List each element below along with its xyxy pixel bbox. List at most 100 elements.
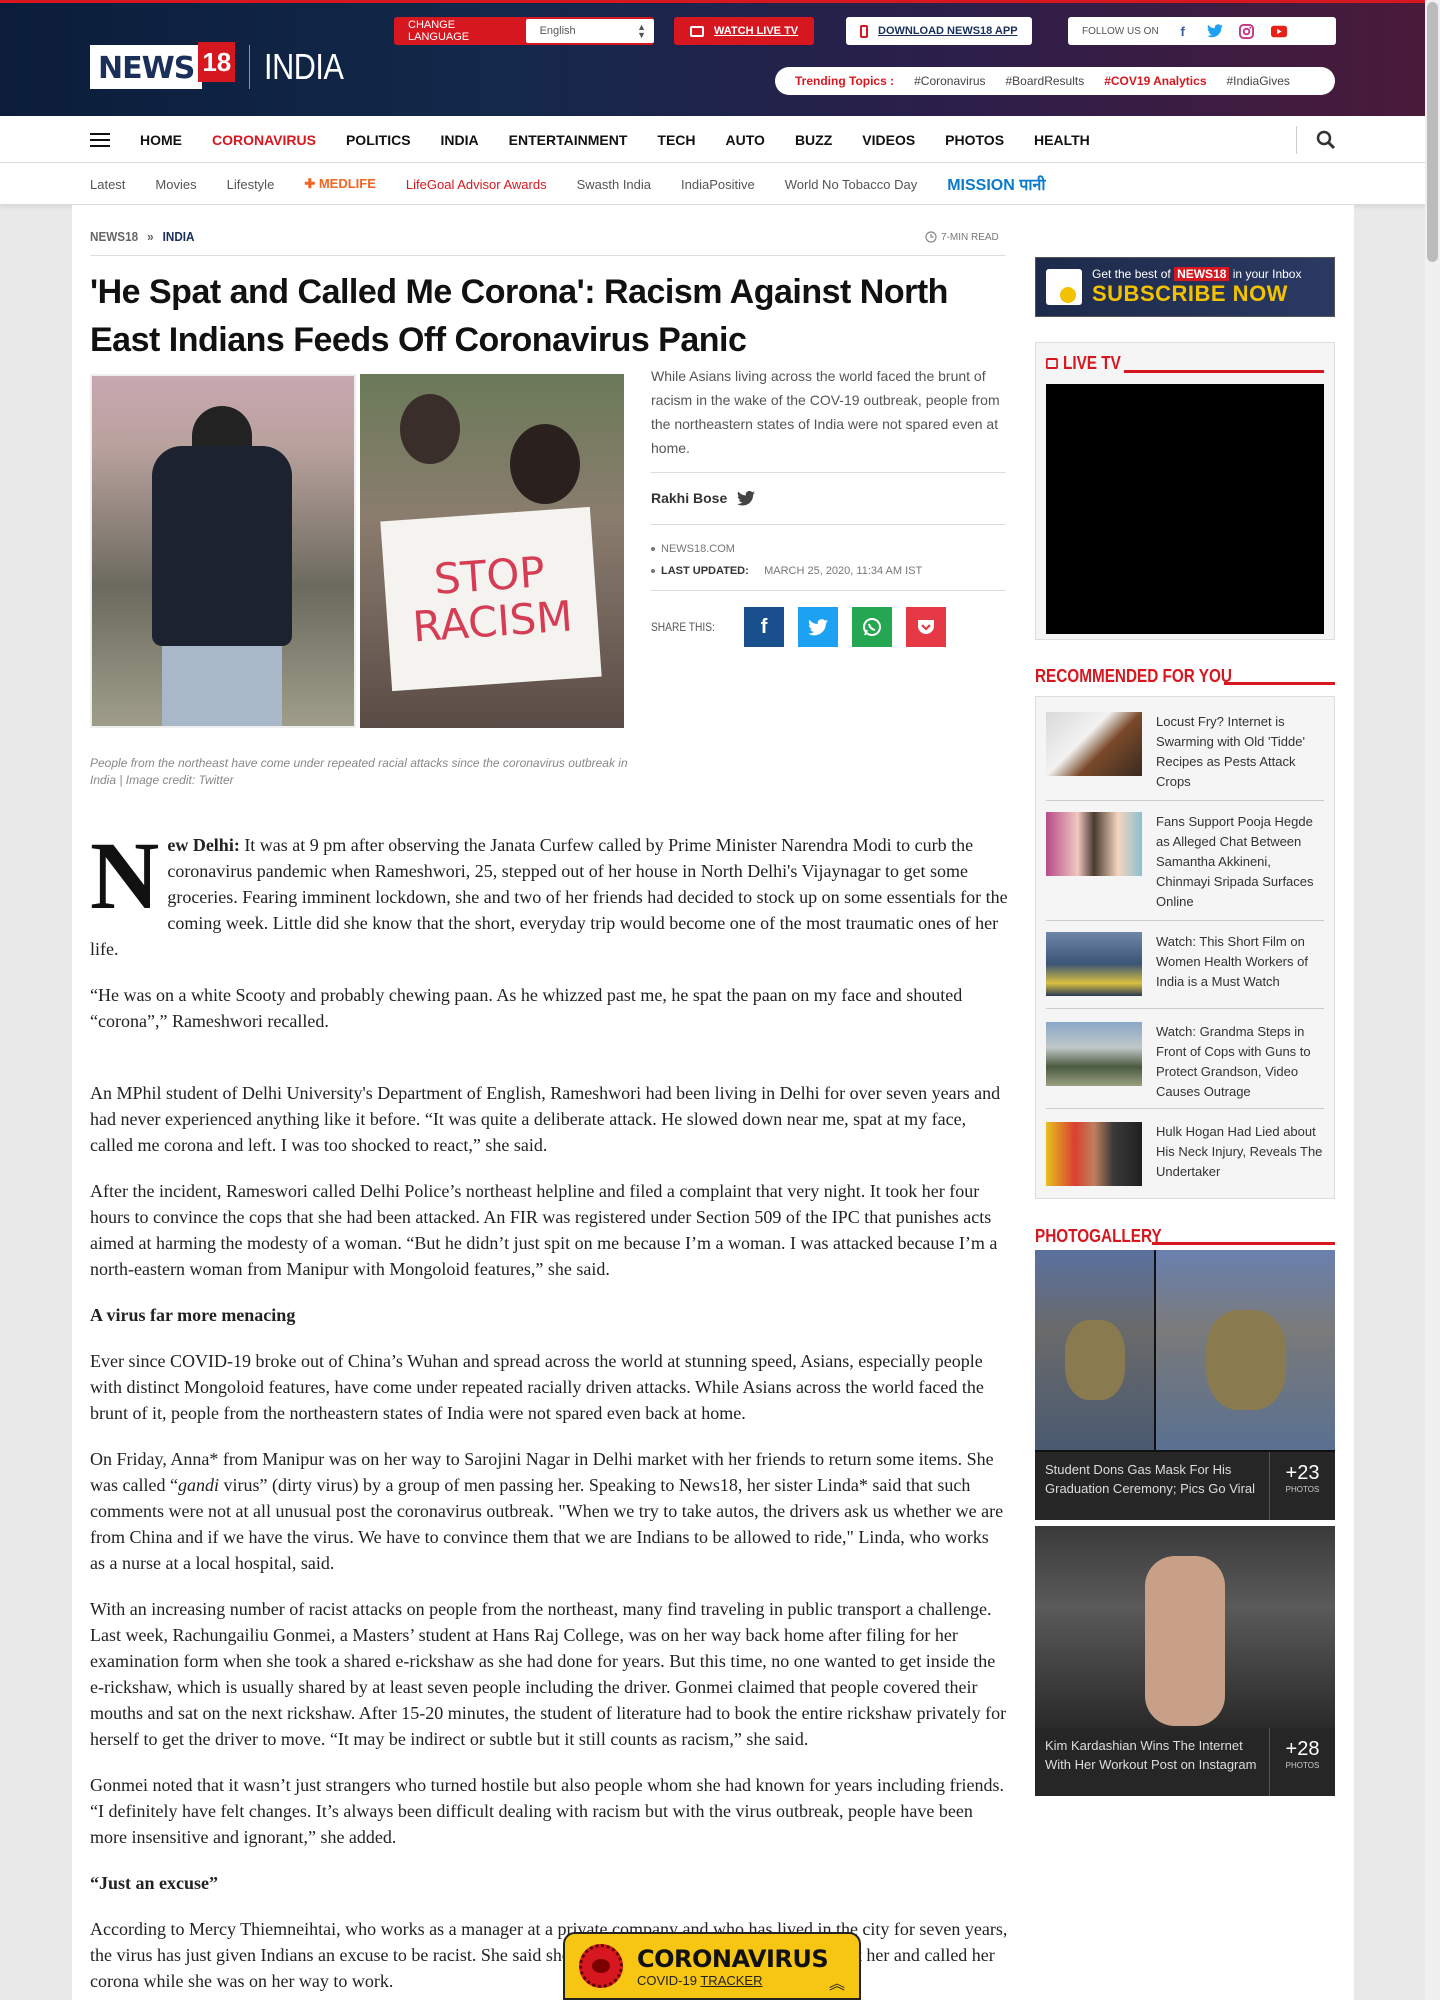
subnav-item-lifestyle[interactable]: Lifestyle <box>227 177 275 192</box>
article-paragraph: On Friday, Anna* from Manipur was on her… <box>90 1446 1008 1576</box>
lead-image-protest: STOP RACISM <box>360 374 624 728</box>
nav-item-entertainment[interactable]: ENTERTAINMENT <box>509 132 628 148</box>
site-logo[interactable]: NEWS 18 INDIA <box>90 42 358 91</box>
share-whatsapp-button[interactable] <box>852 607 893 647</box>
recommended-thumbnail <box>1046 712 1142 776</box>
live-tv-player[interactable] <box>1046 384 1324 634</box>
dropcap: N <box>90 822 160 929</box>
tracker-link[interactable]: TRACKER <box>700 1973 762 1988</box>
divider <box>1046 1008 1324 1009</box>
author-name[interactable]: Rakhi Bose <box>651 490 727 506</box>
article-paragraph: With an increasing number of racist atta… <box>90 1599 1007 1749</box>
divider <box>651 472 1006 473</box>
breadcrumb-home[interactable]: NEWS18 <box>90 229 138 244</box>
select-arrows-icon: ▲ ▼ <box>637 22 646 40</box>
trending-topic[interactable]: #Coronavirus <box>914 74 985 88</box>
last-updated-label: LAST UPDATED: <box>661 565 749 577</box>
tracker-title: CORONAVIRUS <box>637 1944 829 1973</box>
recommended-title: RECOMMENDED FOR YOU <box>1035 666 1232 686</box>
share-pocket-button[interactable] <box>906 607 947 647</box>
recommended-item[interactable]: Fans Support Pooja Hegde as Alleged Chat… <box>1046 812 1324 912</box>
nav-item-videos[interactable]: VIDEOS <box>862 132 915 148</box>
logo-18-badge: 18 <box>198 42 236 82</box>
subnav-item-indiapositive[interactable]: IndiaPositive <box>681 177 755 192</box>
change-language-label: CHANGE LANGUAGE <box>408 19 470 43</box>
youtube-icon[interactable] <box>1270 23 1287 39</box>
photogallery-title: PHOTOGALLERY <box>1035 1226 1162 1246</box>
article-paragraph: Gonmei noted that it wasn’t just strange… <box>90 1775 1005 1847</box>
article-paragraph: After the incident, Rameswori called Del… <box>90 1181 998 1279</box>
facebook-icon: f <box>760 615 768 638</box>
subscribe-banner[interactable]: Get the best of NEWS18 in your Inbox SUB… <box>1035 257 1335 317</box>
nav-item-health[interactable]: HEALTH <box>1034 132 1090 148</box>
nav-item-auto[interactable]: AUTO <box>726 132 765 148</box>
trending-topics: Trending Topics : #Coronavirus #BoardRes… <box>775 67 1335 95</box>
download-app-button[interactable]: DOWNLOAD NEWS18 APP <box>846 17 1032 45</box>
share-facebook-button[interactable]: f <box>744 607 785 647</box>
share-bar: SHARE THIS: f <box>651 607 947 647</box>
trending-topic[interactable]: #BoardResults <box>1006 74 1085 88</box>
source-name: NEWS18.COM <box>661 543 735 555</box>
top-header: NEWS 18 INDIA CHANGE LANGUAGE English ▲ ▼… <box>0 0 1425 116</box>
subnav-item-movies[interactable]: Movies <box>155 177 196 192</box>
recommended-headline: Fans Support Pooja Hegde as Alleged Chat… <box>1156 814 1314 909</box>
logo-section: INDIA <box>264 46 344 87</box>
medlife-logo[interactable]: ✚ MEDLIFE <box>304 176 376 192</box>
recommended-item[interactable]: Watch: This Short Film on Women Health W… <box>1046 932 1324 996</box>
trending-topic[interactable]: #IndiaGives <box>1227 74 1290 88</box>
share-twitter-button[interactable] <box>798 607 839 647</box>
medlife-icon: ✚ <box>304 176 316 191</box>
twitter-icon[interactable] <box>737 490 756 506</box>
breadcrumb-current[interactable]: INDIA <box>163 229 195 244</box>
photo-caption: Student Dons Gas Mask For His Graduation… <box>1035 1452 1335 1520</box>
recommended-item[interactable]: Locust Fry? Internet is Swarming with Ol… <box>1046 712 1324 792</box>
scrollbar-thumb[interactable] <box>1427 2 1438 262</box>
twitter-icon[interactable] <box>1206 23 1223 39</box>
search-button[interactable] <box>1296 126 1336 154</box>
photo-gallery-card[interactable]: Student Dons Gas Mask For His Graduation… <box>1035 1250 1335 1520</box>
tv-icon <box>690 25 704 37</box>
coronavirus-tracker[interactable]: CORONAVIRUS COVID-19 TRACKER ︽ <box>563 1932 861 2000</box>
protest-sign: STOP RACISM <box>380 506 602 692</box>
nav-item-buzz[interactable]: BUZZ <box>795 132 832 148</box>
title-underline <box>1152 1242 1335 1245</box>
whatsapp-icon <box>863 618 882 636</box>
page-scrollbar[interactable] <box>1425 0 1440 2000</box>
envelope-icon <box>1046 269 1082 305</box>
language-select[interactable]: English ▲ ▼ <box>525 19 654 43</box>
article-paragraph: “He was on a white Scooty and probably c… <box>90 985 963 1031</box>
instagram-icon[interactable] <box>1239 23 1255 39</box>
photo-count-number: +23 <box>1285 1462 1320 1484</box>
share-label: SHARE THIS: <box>651 620 715 634</box>
recommended-item[interactable]: Hulk Hogan Had Lied about His Neck Injur… <box>1046 1122 1324 1186</box>
subscribe-brand: NEWS18 <box>1174 267 1230 281</box>
nav-item-tech[interactable]: TECH <box>657 132 695 148</box>
nav-item-politics[interactable]: POLITICS <box>346 132 411 148</box>
subnav-item-latest[interactable]: Latest <box>90 177 125 192</box>
mobile-phone-icon <box>860 24 868 38</box>
watch-live-tv-button[interactable]: WATCH LIVE TV <box>674 17 815 45</box>
title-underline <box>1224 682 1335 685</box>
recommended-headline: Watch: This Short Film on Women Health W… <box>1156 934 1308 989</box>
trending-topic[interactable]: #COV19 Analytics <box>1104 74 1206 88</box>
photo-gallery-card[interactable]: Kim Kardashian Wins The Internet With He… <box>1035 1526 1335 1796</box>
chevron-up-icon[interactable]: ︽ <box>829 1970 845 1994</box>
nav-item-home[interactable]: HOME <box>140 132 182 148</box>
nav-item-coronavirus[interactable]: CORONAVIRUS <box>212 132 316 148</box>
nav-item-india[interactable]: INDIA <box>441 132 479 148</box>
nav-item-photos[interactable]: PHOTOS <box>945 132 1004 148</box>
read-time: 7-MIN READ <box>925 231 999 243</box>
subnav-item-lifegoal[interactable]: LifeGoal Advisor Awards <box>406 177 547 192</box>
article-subheading: “Just an excuse” <box>90 1873 219 1893</box>
recommended-item[interactable]: Watch: Grandma Steps in Front of Cops wi… <box>1046 1022 1324 1102</box>
paragraph-text: virus” (dirty virus) by a group of men p… <box>90 1475 1004 1573</box>
facebook-icon[interactable]: f <box>1175 23 1191 39</box>
mission-paani-logo[interactable]: MISSION पानी <box>947 173 1045 195</box>
pocket-icon <box>918 620 935 634</box>
logo-news-text: NEWS <box>90 45 203 89</box>
hamburger-menu-icon[interactable] <box>90 132 110 147</box>
article-body: New Delhi: It was at 9 pm after observin… <box>90 822 1008 2000</box>
subnav-item-no-tobacco[interactable]: World No Tobacco Day <box>785 177 917 192</box>
subnav-item-swasth-india[interactable]: Swasth India <box>577 177 651 192</box>
sub-nav: Latest Movies Lifestyle ✚ MEDLIFE LifeGo… <box>0 163 1425 205</box>
